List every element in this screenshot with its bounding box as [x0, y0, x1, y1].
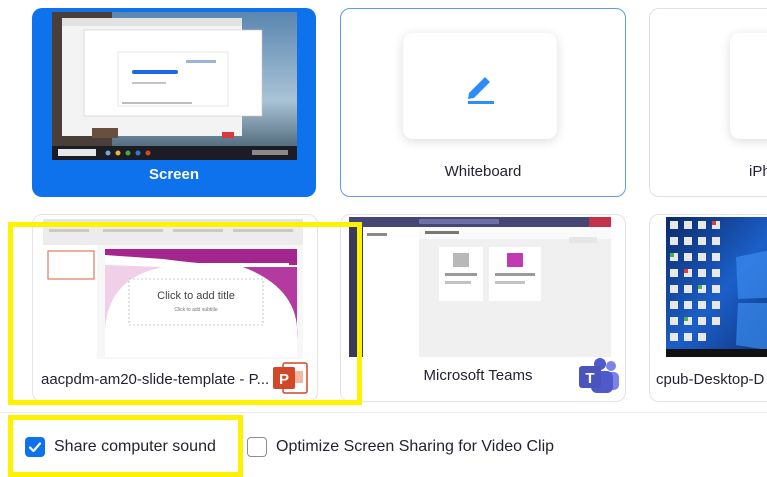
whiteboard-card	[403, 33, 557, 139]
screen-thumbnail	[52, 12, 297, 160]
share-iphone-tile[interactable]: iPh	[649, 8, 767, 197]
svg-text:P: P	[279, 371, 289, 388]
teams-thumbnail	[349, 217, 611, 357]
options-divider	[0, 412, 767, 413]
teams-icon: T	[579, 358, 619, 393]
share-desktop-tile[interactable]: cpub-Desktop-D	[649, 214, 767, 402]
slide-subtitle: Click to add subtitle	[174, 307, 218, 313]
powerpoint-icon: P	[273, 362, 308, 394]
tile-label-screen: Screen	[148, 166, 200, 183]
share-sound-option[interactable]: Share computer sound	[25, 437, 216, 457]
share-sound-label: Share computer sound	[54, 438, 216, 455]
optimize-video-option[interactable]: Optimize Screen Sharing for Video Clip	[247, 437, 554, 457]
optimize-video-label: Optimize Screen Sharing for Video Clip	[276, 438, 555, 455]
tile-label-desktop: cpub-Desktop-D	[656, 371, 765, 388]
tile-label-whiteboard: Whiteboard	[444, 163, 522, 180]
svg-text:T: T	[585, 370, 594, 387]
share-screen-panel: Screen Whiteboard iPh	[0, 0, 767, 477]
tile-label-powerpoint: aacpdm-am20-slide-template - P...	[41, 371, 270, 388]
powerpoint-thumbnail: Click to add title Click to add subtitle	[43, 219, 303, 359]
share-teams-window-tile[interactable]: Microsoft Teams T	[340, 214, 626, 402]
slide-title: Click to add title	[157, 290, 235, 302]
share-sound-checkbox[interactable]	[25, 437, 45, 457]
iphone-card	[730, 33, 767, 139]
pen-icon	[468, 77, 494, 104]
desktop-thumbnail	[666, 217, 767, 357]
share-powerpoint-window-tile[interactable]: Click to add title Click to add subtitle…	[32, 214, 318, 402]
checkmark-icon	[28, 442, 42, 453]
tile-label-iphone: iPh	[749, 163, 767, 180]
share-screen-tile[interactable]: Screen	[32, 8, 316, 197]
share-whiteboard-tile[interactable]: Whiteboard	[340, 8, 626, 197]
optimize-video-checkbox[interactable]	[247, 437, 267, 457]
